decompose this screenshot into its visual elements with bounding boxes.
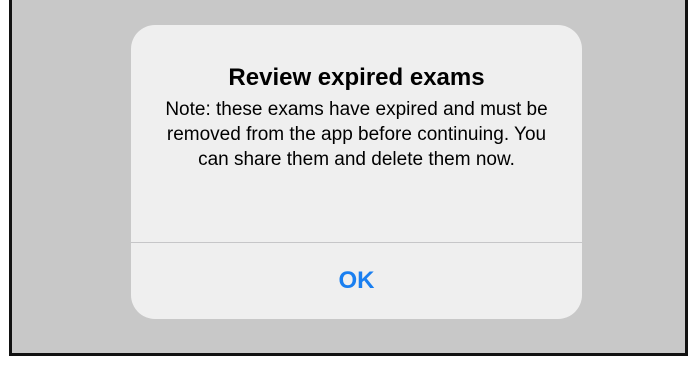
alert-title: Review expired exams <box>228 64 485 91</box>
screen: Review expired exams Note: these exams h… <box>0 0 693 367</box>
alert-message: Note: these exams have expired and must … <box>165 99 548 170</box>
alert-content: Review expired exams Note: these exams h… <box>131 25 582 242</box>
alert-dialog: Review expired exams Note: these exams h… <box>131 25 582 319</box>
ok-button[interactable]: OK <box>131 243 582 319</box>
